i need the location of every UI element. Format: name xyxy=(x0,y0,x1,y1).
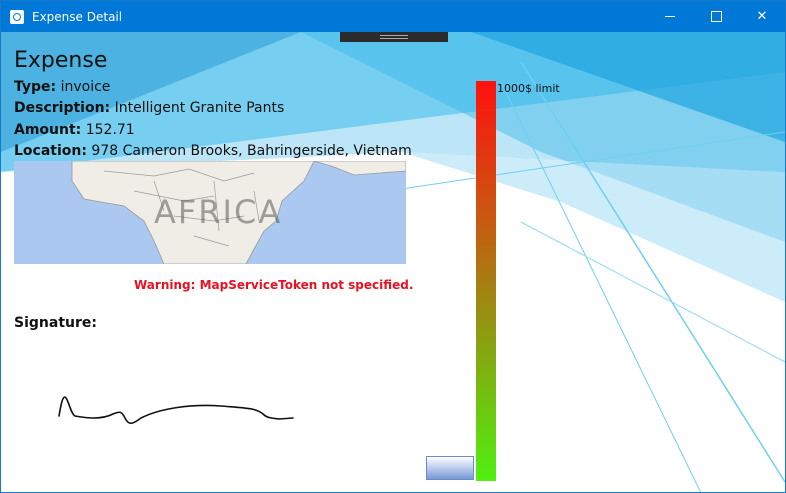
minimize-button[interactable] xyxy=(647,1,693,32)
amount-level-bar xyxy=(426,456,474,480)
amount-row: Amount: 152.71 xyxy=(14,122,135,138)
close-icon: ✕ xyxy=(756,9,768,24)
description-value: Intelligent Granite Pants xyxy=(114,100,285,116)
description-row: Description: Intelligent Granite Pants xyxy=(14,100,284,116)
amount-value: 152.71 xyxy=(85,122,135,138)
title-bar[interactable]: Expense Detail ✕ xyxy=(1,1,785,32)
expense-heading: Expense xyxy=(14,48,108,73)
minimize-icon xyxy=(665,16,675,17)
location-map[interactable]: AFRICA xyxy=(14,161,406,264)
map-warning: Warning: MapServiceToken not specified. xyxy=(134,278,414,292)
signature-drawing[interactable] xyxy=(41,384,301,434)
type-value: invoice xyxy=(60,79,111,95)
type-row: Type: invoice xyxy=(14,79,110,95)
amount-label: Amount: xyxy=(14,122,82,138)
maximize-icon xyxy=(710,11,722,22)
window-title: Expense Detail xyxy=(32,9,123,24)
expense-detail-window: Expense Detail ✕ Expense Type: invoice D… xyxy=(0,0,786,493)
location-row: Location: 978 Cameron Brooks, Bahringers… xyxy=(14,143,412,159)
app-icon xyxy=(10,9,24,24)
maximize-button[interactable] xyxy=(693,1,739,32)
location-label: Location: xyxy=(14,143,87,159)
type-label: Type: xyxy=(14,79,57,95)
description-label: Description: xyxy=(14,100,111,116)
limit-label: 1000$ limit xyxy=(497,82,560,95)
map-region-label: AFRICA xyxy=(154,193,283,231)
drag-handle[interactable] xyxy=(340,32,448,42)
limit-gradient-bar xyxy=(476,81,496,481)
signature-label: Signature: xyxy=(14,315,97,331)
close-button[interactable]: ✕ xyxy=(739,1,785,32)
content-area: Expense Type: invoice Description: Intel… xyxy=(1,32,785,492)
location-value: 978 Cameron Brooks, Bahringerside, Vietn… xyxy=(91,143,412,159)
